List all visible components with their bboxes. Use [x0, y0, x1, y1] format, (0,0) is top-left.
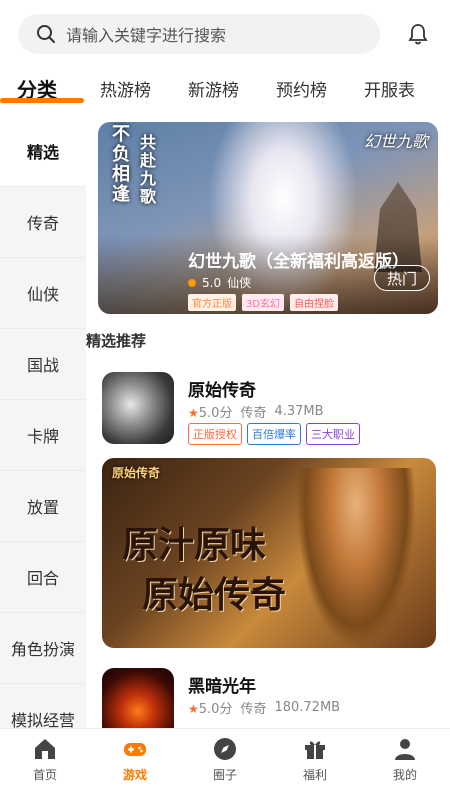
poster-slogan-2: 原始传奇	[142, 574, 287, 616]
nav-label: 福利	[302, 768, 327, 782]
app-icon	[102, 372, 174, 444]
category-item[interactable]: 国战	[0, 329, 86, 400]
bell-icon[interactable]	[406, 22, 430, 46]
category-item[interactable]: 仙侠	[0, 258, 86, 329]
banner-score: 5.0	[202, 275, 222, 290]
rating-dot-icon	[188, 278, 196, 287]
tab-reserve[interactable]: 预约榜	[276, 76, 327, 101]
banner-tags: 官方正版 3D玄幻 自由捏脸	[188, 294, 339, 311]
search-input[interactable]: 请输入关键字进行搜索	[18, 14, 380, 54]
header: 请输入关键字进行搜索	[0, 0, 450, 66]
home-icon	[35, 739, 55, 759]
poster-slogan-1: 原汁原味	[122, 524, 267, 566]
user-icon	[395, 739, 415, 760]
nav-games[interactable]: 游戏	[90, 729, 180, 790]
app-genre: 传奇	[240, 406, 267, 421]
app-rating: 5.0分	[198, 406, 233, 421]
promo-poster[interactable]: 原始传奇 原汁原味 原始传奇	[102, 458, 436, 648]
app-genre: 传奇	[240, 702, 267, 717]
search-icon	[37, 25, 55, 43]
app-size: 180.72MB	[274, 700, 341, 715]
app-item[interactable]: 原始传奇 ★5.0分 传奇 4.37MB 正版授权 百倍爆率 三大职业	[102, 372, 438, 448]
banner-title: 幻世九歌（全新福利高返版）	[188, 252, 409, 272]
top-tabs: 分类 热游榜 新游榜 预约榜 开服表	[0, 66, 450, 110]
tab-new[interactable]: 新游榜	[188, 76, 239, 101]
app-tags: 正版授权 百倍爆率 三大职业	[188, 423, 360, 445]
star-icon: ★	[188, 406, 199, 420]
banner-slogan-2: 共赴九歌	[137, 134, 156, 206]
tab-server[interactable]: 开服表	[364, 76, 415, 101]
banner-slogan-1: 不负相逢	[109, 124, 130, 204]
category-sidebar: 精选 传奇 仙侠 国战 卡牌 放置 回合 角色扮演 模拟经营	[0, 116, 86, 728]
banner-tag: 官方正版	[188, 294, 236, 311]
app-tag: 三大职业	[306, 423, 360, 445]
category-item[interactable]: 放置	[0, 471, 86, 542]
bottom-nav: 首页 游戏 圈子 福利 我的	[0, 728, 450, 790]
compass-icon	[214, 738, 236, 760]
tab-hot[interactable]: 热游榜	[100, 76, 151, 101]
gift-icon	[305, 741, 325, 759]
main-content: 不负相逢 共赴九歌 幻世九歌 幻世九歌（全新福利高返版） 5.0 仙侠 热门 官…	[86, 116, 450, 728]
nav-label: 圈子	[212, 768, 237, 782]
nav-welfare[interactable]: 福利	[270, 729, 360, 790]
banner-tag: 自由捏脸	[290, 294, 339, 311]
banner-genre: 仙侠	[227, 276, 252, 290]
app-item[interactable]: 黑暗光年 ★5.0分 传奇 180.72MB	[102, 668, 438, 728]
app-name: 原始传奇	[188, 381, 256, 401]
nav-mine[interactable]: 我的	[360, 729, 450, 790]
featured-banner[interactable]: 不负相逢 共赴九歌 幻世九歌 幻世九歌（全新福利高返版） 5.0 仙侠 热门 官…	[98, 122, 438, 314]
app-meta: ★5.0分 传奇 180.72MB	[188, 698, 340, 717]
app-meta: ★5.0分 传奇 4.37MB	[188, 402, 324, 421]
nav-label: 首页	[32, 768, 57, 782]
app-size: 4.37MB	[274, 404, 324, 419]
app-rating: 5.0分	[198, 702, 233, 717]
hot-button[interactable]: 热门	[374, 265, 430, 291]
gamepad-icon	[124, 743, 146, 756]
category-item[interactable]: 模拟经营	[0, 684, 86, 728]
star-icon: ★	[188, 702, 199, 716]
nav-home[interactable]: 首页	[0, 729, 90, 790]
tab-underline	[0, 98, 84, 103]
banner-rating: 5.0 仙侠	[188, 274, 251, 291]
banner-logo: 幻世九歌	[363, 132, 428, 151]
nav-label: 游戏	[122, 768, 147, 782]
category-item[interactable]: 回合	[0, 542, 86, 613]
category-item[interactable]: 卡牌	[0, 400, 86, 471]
nav-label: 我的	[392, 768, 417, 782]
app-name: 黑暗光年	[188, 677, 256, 697]
banner-tag: 3D玄幻	[242, 294, 285, 311]
poster-figure	[296, 468, 416, 648]
app-tag: 正版授权	[188, 423, 242, 445]
category-item[interactable]: 传奇	[0, 187, 86, 258]
category-item[interactable]: 角色扮演	[0, 613, 86, 684]
nav-circle[interactable]: 圈子	[180, 729, 270, 790]
section-title: 精选推荐	[86, 332, 147, 350]
search-placeholder: 请输入关键字进行搜索	[66, 26, 227, 45]
app-tag: 百倍爆率	[247, 423, 301, 445]
poster-logo: 原始传奇	[112, 466, 161, 480]
category-item[interactable]: 精选	[0, 116, 86, 187]
app-icon	[102, 668, 174, 728]
